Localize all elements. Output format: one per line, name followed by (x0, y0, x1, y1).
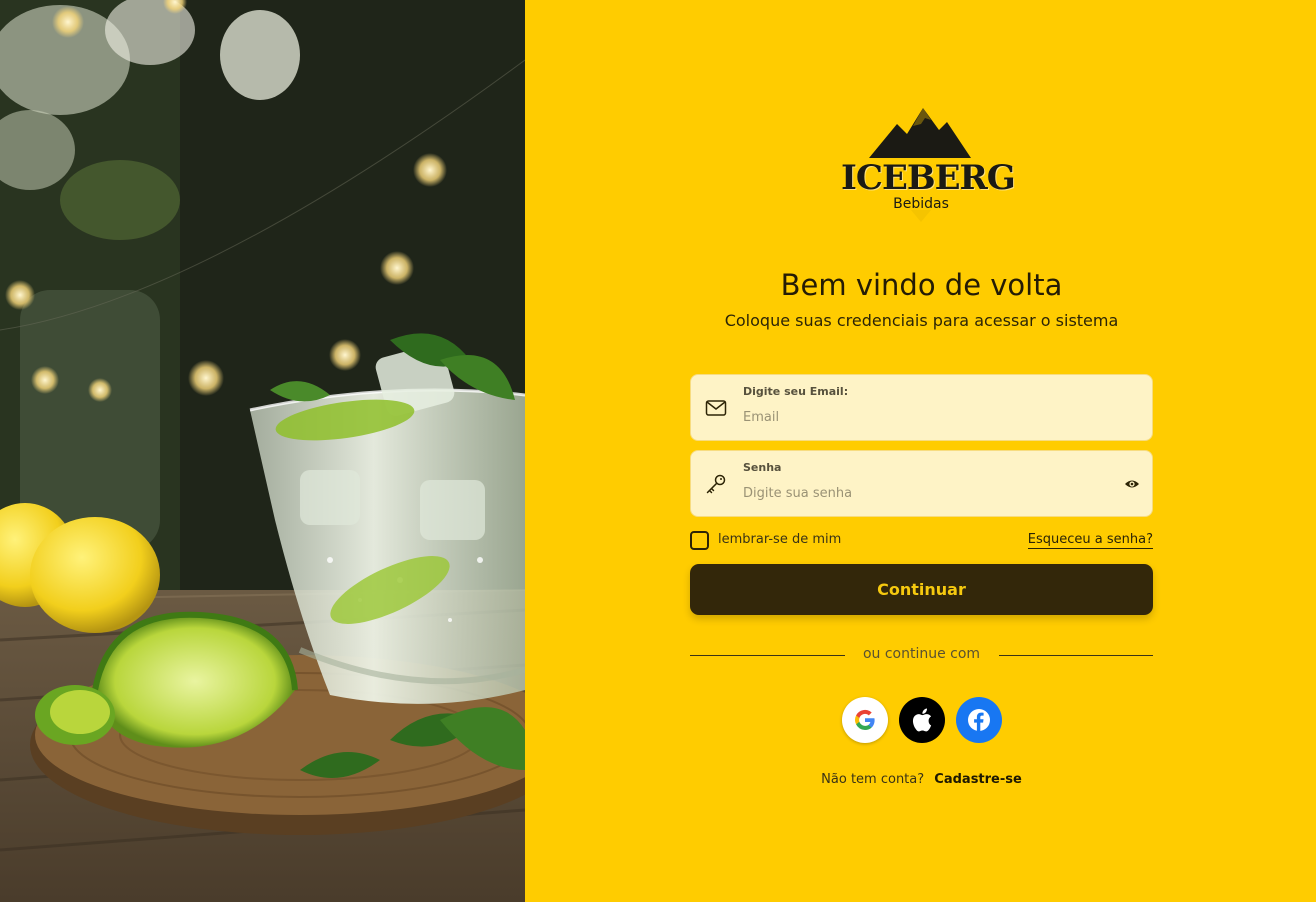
apple-login-button[interactable] (899, 697, 945, 743)
password-input[interactable] (743, 482, 1103, 504)
apple-icon (912, 708, 932, 732)
page-subtitle: Coloque suas credenciais para acessar o … (724, 311, 1119, 330)
remember-checkbox[interactable] (690, 531, 709, 550)
facebook-login-button[interactable] (956, 697, 1002, 743)
signup-prompt: Não tem conta? (821, 772, 925, 787)
google-login-button[interactable] (842, 697, 888, 743)
email-field[interactable]: Digite seu Email: (690, 374, 1153, 441)
email-label: Digite seu Email: (743, 385, 849, 398)
login-panel: ICEBERG Bebidas Bem vindo de volta Coloq… (525, 0, 1316, 902)
logo-wordmark: ICEBERG (841, 158, 1016, 198)
forgot-password-link[interactable]: Esqueceu a senha? (1027, 532, 1153, 549)
continue-button[interactable]: Continuar (690, 564, 1153, 615)
hero-photo (0, 0, 525, 902)
email-input[interactable] (743, 406, 1103, 428)
signup-row: Não tem conta? Cadastre-se (525, 772, 1316, 787)
logo-subtitle: Bebidas (893, 196, 949, 212)
page-title: Bem vindo de volta (780, 268, 1063, 302)
mail-icon (705, 400, 727, 416)
key-icon (706, 474, 726, 494)
brand-logo: ICEBERG Bebidas (841, 106, 1016, 224)
password-label: Senha (743, 461, 782, 474)
remember-label: lembrar-se de mim (718, 532, 842, 547)
drink-illustration (0, 0, 525, 902)
google-icon (855, 709, 875, 730)
signup-link[interactable]: Cadastre-se (934, 772, 1022, 787)
divider-text: ou continue com (862, 646, 981, 662)
password-field[interactable]: Senha (690, 450, 1153, 517)
eye-icon[interactable] (1124, 477, 1140, 491)
facebook-icon (968, 709, 990, 731)
